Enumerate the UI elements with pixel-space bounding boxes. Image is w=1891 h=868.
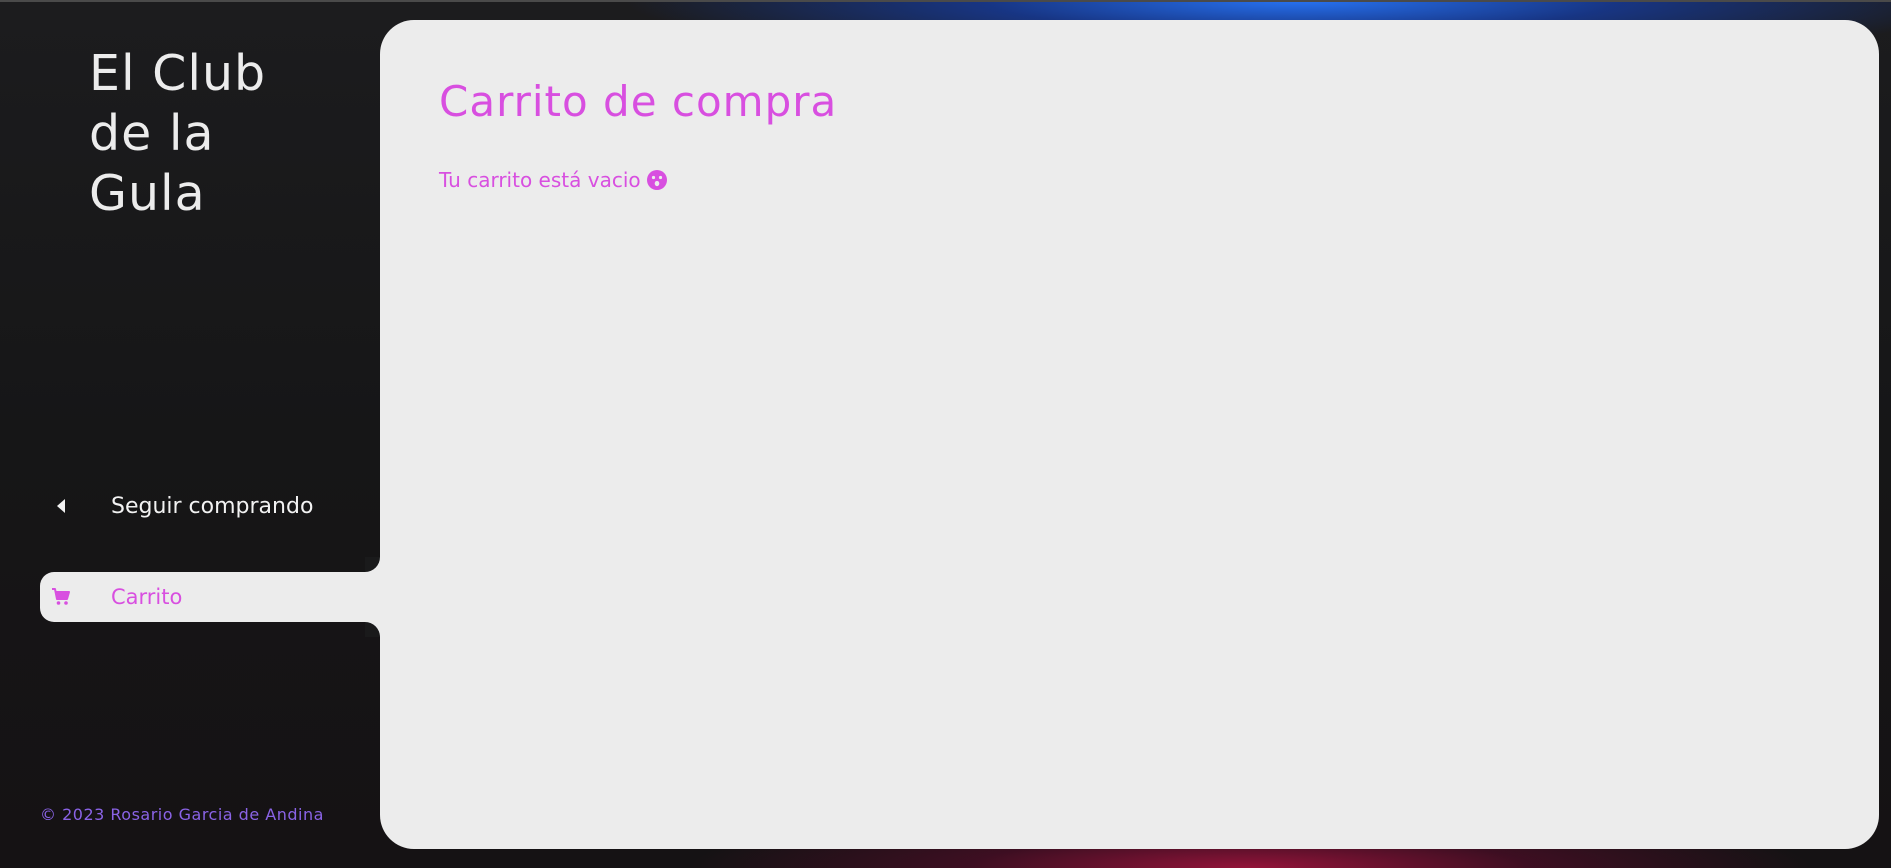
- continue-shopping-label: Seguir comprando: [111, 493, 314, 519]
- cart-icon: [50, 586, 72, 608]
- brand-title: El Club de la Gula: [89, 45, 267, 222]
- sidebar-item-cart-label: Carrito: [111, 585, 183, 609]
- empty-cart-message: Tu carrito está vacio: [439, 168, 667, 192]
- caret-left-icon: [50, 495, 72, 517]
- copyright-footer: © 2023 Rosario Garcia de Andina: [40, 805, 324, 824]
- active-tab-corner-bottom: [365, 622, 380, 637]
- continue-shopping-link[interactable]: Seguir comprando: [40, 488, 380, 524]
- surprised-face-icon: [646, 170, 667, 190]
- cart-panel: Carrito de compra Tu carrito está vacio: [380, 20, 1879, 849]
- empty-cart-text: Tu carrito está vacio: [439, 168, 641, 192]
- sidebar-item-cart[interactable]: Carrito: [40, 572, 380, 622]
- active-tab-corner-top: [365, 557, 380, 572]
- sidebar: El Club de la Gula Seguir comprando Carr…: [0, 0, 380, 868]
- page-title: Carrito de compra: [439, 77, 838, 126]
